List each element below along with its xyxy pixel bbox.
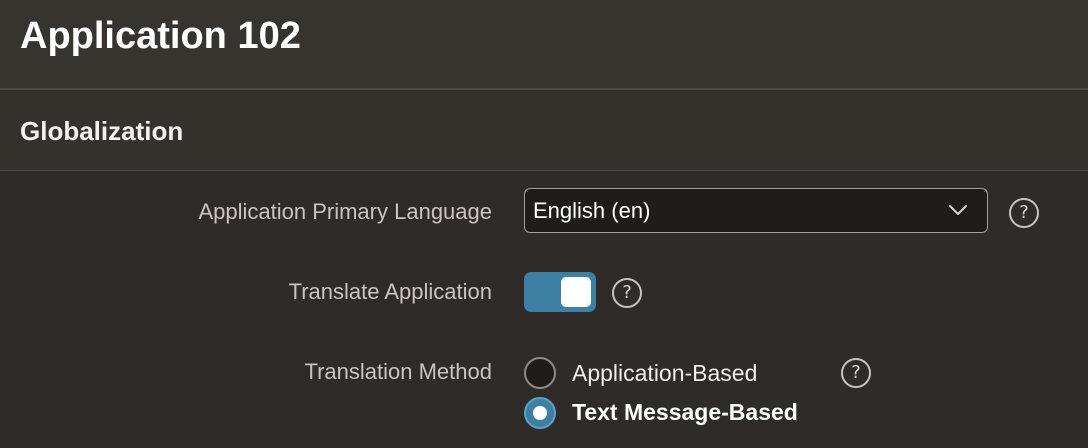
- radio-application-based[interactable]: [524, 357, 556, 389]
- app-header: Application 102: [0, 0, 1088, 90]
- help-icon[interactable]: ?: [841, 358, 871, 388]
- region-title: Globalization: [20, 116, 184, 146]
- region-header: Globalization: [0, 90, 1088, 171]
- toggle-knob: [561, 277, 591, 307]
- translate-application-label: Translate Application: [288, 279, 492, 304]
- radio-application-based-label[interactable]: Application-Based: [572, 359, 757, 387]
- chevron-down-icon: [949, 205, 967, 215]
- page-title: Application 102: [20, 15, 301, 57]
- primary-language-select[interactable]: English (en): [524, 188, 988, 233]
- translation-method-label: Translation Method: [304, 359, 492, 384]
- page: Application 102 Globalization Applicatio…: [0, 0, 1088, 448]
- help-icon[interactable]: ?: [1009, 198, 1039, 228]
- help-icon[interactable]: ?: [612, 278, 642, 308]
- primary-language-value: English (en): [533, 198, 651, 223]
- translate-application-toggle[interactable]: [524, 272, 596, 312]
- radio-text-message-based-label[interactable]: Text Message-Based: [572, 398, 798, 426]
- primary-language-label: Application Primary Language: [198, 199, 492, 224]
- radio-text-message-based[interactable]: [524, 397, 556, 429]
